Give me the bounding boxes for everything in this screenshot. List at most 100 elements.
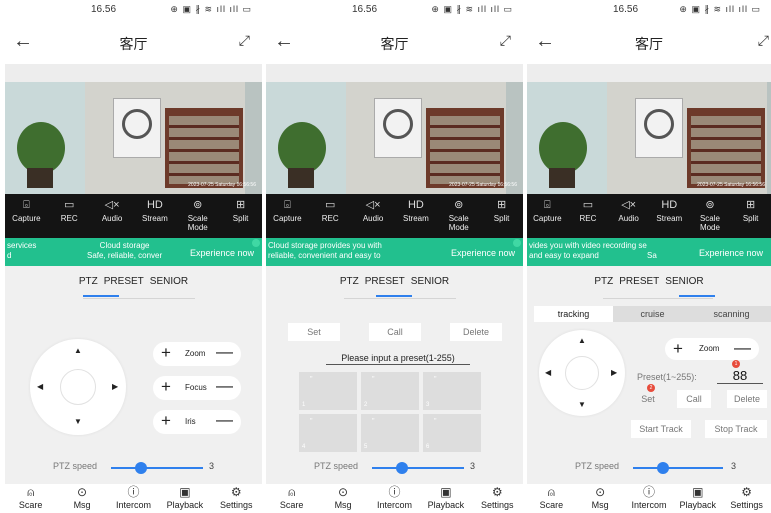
cloud-storage-banner[interactable]: Cloud storage provides you with reliable,… (266, 238, 523, 266)
camera-video-feed[interactable]: 2023-07-25 Saturday 16:56:56 (5, 64, 262, 194)
camera-video-feed[interactable]: 2023-07-25 Saturday 16:56:56 (266, 64, 523, 194)
tab-ptz[interactable]: PTZ (340, 276, 359, 287)
iris-open-button[interactable]: + (161, 411, 171, 431)
audio-button[interactable]: ◁× Audio (92, 198, 132, 223)
ptz-speed-knob[interactable] (396, 462, 409, 474)
fullscreen-icon[interactable]: ⤢ (500, 32, 511, 49)
tab-senior[interactable]: SENIOR (665, 276, 703, 287)
experience-now-link[interactable]: Experience now (451, 248, 515, 258)
nav-scare[interactable]: ⍝ Scare (270, 484, 314, 513)
arrow-up-icon[interactable]: ▲ (578, 336, 586, 345)
scale-mode-button[interactable]: ⊚ Scale Mode (178, 198, 218, 232)
capture-button[interactable]: ⌻ Capture (6, 198, 46, 223)
banner-close-icon[interactable] (513, 239, 521, 247)
focus-out-button[interactable]: — (216, 376, 233, 396)
nav-settings[interactable]: ⚙ Settings (725, 484, 769, 513)
subtab-scanning[interactable]: scanning (692, 306, 771, 322)
call-button[interactable]: Call (677, 390, 711, 408)
stream-button[interactable]: HD Stream (135, 198, 175, 223)
split-button[interactable]: ⊞ Split (221, 198, 261, 223)
delete-button[interactable]: Delete (727, 390, 767, 408)
stream-button[interactable]: HD Stream (649, 198, 689, 223)
split-button[interactable]: ⊞ Split (482, 198, 522, 223)
nav-msg[interactable]: ⊙ Msg (578, 484, 622, 513)
scale-mode-button[interactable]: ⊚ Scale Mode (690, 198, 730, 232)
audio-button[interactable]: ◁× Audio (609, 198, 649, 223)
cloud-storage-banner[interactable]: services d Cloud storage Safe, reliable, c… (5, 238, 262, 266)
stop-track-button[interactable]: Stop Track (705, 420, 767, 438)
iris-close-button[interactable]: — (216, 410, 233, 430)
ptz-speed-slider[interactable] (372, 467, 464, 469)
set-button[interactable]: Set (288, 323, 340, 341)
capture-button[interactable]: ⌻ Capture (267, 198, 307, 223)
capture-button[interactable]: ⌻ Capture (527, 198, 567, 223)
arrow-left-icon[interactable]: ◀ (545, 368, 551, 377)
camera-video-feed[interactable]: 2023-07-25 Saturday 16:56:56 (527, 64, 771, 194)
arrow-left-icon[interactable]: ◀ (37, 382, 43, 391)
ptz-speed-knob[interactable] (656, 462, 669, 474)
ptz-speed-slider[interactable] (633, 467, 723, 469)
subtab-tracking[interactable]: tracking (534, 306, 613, 322)
zoom-out-button[interactable]: — (216, 342, 233, 362)
scale-mode-button[interactable]: ⊚ Scale Mode (439, 198, 479, 232)
tab-preset[interactable]: PRESET (619, 276, 659, 287)
preset-cell[interactable]: " 5 (361, 414, 419, 452)
nav-settings[interactable]: ⚙ Settings (475, 484, 519, 513)
subtab-cruise[interactable]: cruise (613, 306, 692, 322)
ptz-speed-knob[interactable] (135, 462, 148, 474)
split-button[interactable]: ⊞ Split (731, 198, 771, 223)
tab-ptz[interactable]: PTZ (594, 276, 613, 287)
banner-close-icon[interactable] (252, 239, 260, 247)
zoom-in-button[interactable]: + (673, 339, 683, 359)
audio-button[interactable]: ◁× Audio (353, 198, 393, 223)
tab-senior[interactable]: SENIOR (411, 276, 449, 287)
tab-preset[interactable]: PRESET (365, 276, 405, 287)
experience-now-link[interactable]: Experience now (190, 248, 254, 258)
nav-scare[interactable]: ⍝ Scare (9, 484, 53, 513)
nav-intercom[interactable]: ⓘ Intercom (627, 484, 671, 513)
experience-now-link[interactable]: Experience now (699, 248, 763, 258)
rec-button[interactable]: ▭ REC (568, 198, 608, 223)
nav-msg[interactable]: ⊙ Msg (321, 484, 365, 513)
tab-senior[interactable]: SENIOR (150, 276, 188, 287)
preset-cell[interactable]: " 1 (299, 372, 357, 410)
zoom-out-button[interactable]: — (734, 338, 751, 358)
stream-button[interactable]: HD Stream (396, 198, 436, 223)
arrow-up-icon[interactable]: ▲ (74, 346, 82, 355)
nav-playback[interactable]: ▣ Playback (424, 484, 468, 513)
zoom-in-button[interactable]: + (161, 343, 171, 363)
nav-msg[interactable]: ⊙ Msg (60, 484, 104, 513)
delete-button[interactable]: Delete (450, 323, 502, 341)
preset-cell[interactable]: " 2 (361, 372, 419, 410)
fullscreen-icon[interactable]: ⤢ (758, 32, 769, 49)
nav-intercom[interactable]: ⓘ Intercom (372, 484, 416, 513)
preset-cell[interactable]: " 4 (299, 414, 357, 452)
focus-in-button[interactable]: + (161, 377, 171, 397)
direction-pad[interactable]: ▲ ▼ ◀ ▶ (539, 330, 625, 416)
tab-preset[interactable]: PRESET (104, 276, 144, 287)
nav-playback[interactable]: ▣ Playback (676, 484, 720, 513)
ptz-speed-slider[interactable] (111, 467, 203, 469)
direction-pad[interactable]: ▲ ▼ ◀ ▶ (30, 339, 126, 435)
nav-settings[interactable]: ⚙ Settings (214, 484, 258, 513)
nav-playback[interactable]: ▣ Playback (163, 484, 207, 513)
fullscreen-icon[interactable]: ⤢ (239, 32, 250, 49)
arrow-down-icon[interactable]: ▼ (74, 417, 82, 426)
rec-button[interactable]: ▭ REC (310, 198, 350, 223)
arrow-right-icon[interactable]: ▶ (611, 368, 617, 377)
preset-cell[interactable]: " 3 (423, 372, 481, 410)
preset-cell[interactable]: " 6 (423, 414, 481, 452)
dpad-center[interactable] (565, 356, 599, 390)
preset-input[interactable]: Please input a preset(1-255) (326, 352, 470, 365)
nav-scare[interactable]: ⍝ Scare (529, 484, 573, 513)
nav-intercom[interactable]: ⓘ Intercom (111, 484, 155, 513)
cloud-storage-banner[interactable]: vides you with video recording se and eas… (527, 238, 771, 266)
start-track-button[interactable]: Start Track (631, 420, 691, 438)
rec-button[interactable]: ▭ REC (49, 198, 89, 223)
tab-ptz[interactable]: PTZ (79, 276, 98, 287)
preset-value-input[interactable]: 88 (717, 368, 763, 384)
dpad-center[interactable] (60, 369, 96, 405)
arrow-right-icon[interactable]: ▶ (112, 382, 118, 391)
call-button[interactable]: Call (369, 323, 421, 341)
set-button[interactable]: Set (635, 390, 661, 408)
